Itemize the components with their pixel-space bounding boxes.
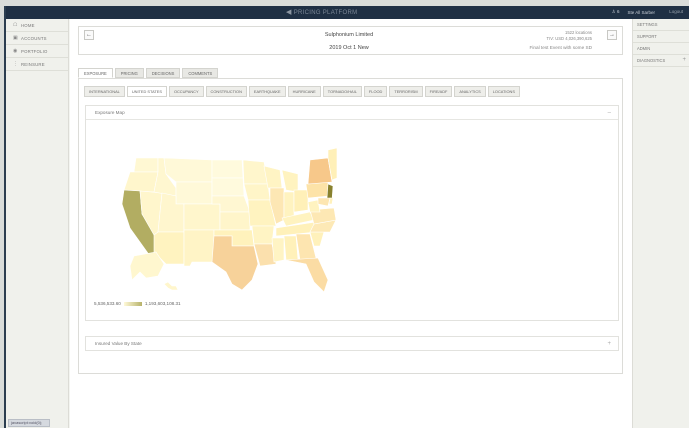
account-subtitle: 2019 Oct 1 New [329, 45, 369, 51]
section-title: Exposure Map [95, 110, 125, 115]
state-mn [242, 159, 269, 185]
rightnav-item-label: DIAGNOSTICS [637, 58, 666, 63]
tab-decisions[interactable]: DECISIONS [145, 68, 181, 78]
portfolio-icon: ◉ [13, 48, 18, 54]
subtab-tornado-hail[interactable]: TORNADO/HAIL [322, 86, 362, 97]
logout-link[interactable]: Logout [669, 9, 683, 14]
state-al [283, 235, 299, 261]
collapse-icon[interactable]: – [608, 106, 611, 120]
status-url: javascript:void(0); [8, 419, 50, 427]
subtab-construction[interactable]: CONSTRUCTION [205, 86, 247, 97]
state-or [123, 171, 159, 193]
subtab-hurricane[interactable]: HURRICANE [287, 86, 321, 97]
sidebar-item-label: REINSURE [21, 61, 45, 67]
subtab-international[interactable]: INTERNATIONAL [84, 86, 125, 97]
accounts-icon: ▣ [13, 35, 18, 41]
sidebar-item-home[interactable]: ☖ HOME [6, 19, 68, 32]
account-header: ← Sulphonium Limited 2019 Oct 1 New 1522… [78, 26, 623, 55]
tab-pricing[interactable]: PRICING [114, 68, 144, 78]
account-meta: 1522 locations TIV: USD 4,026,390,625 [547, 30, 592, 42]
exposure-panel: INTERNATIONAL UNITED STATES OCCUPANCY CO… [78, 78, 623, 374]
rightnav-item-settings[interactable]: SETTINGS [633, 19, 689, 31]
rightnav-item-diagnostics[interactable]: DIAGNOSTICS + [633, 55, 689, 67]
exposure-map-section: Exposure Map – 5,536,533.60 1,193,603,10… [85, 105, 619, 321]
account-description: Final test Event with some SD [529, 45, 592, 50]
sidebar-item-label: HOME [21, 22, 35, 28]
subtab-locations[interactable]: LOCATIONS [487, 86, 520, 97]
tab-comments[interactable]: COMMENTS [182, 68, 219, 78]
subtab-terrorism[interactable]: TERRORISM [389, 86, 423, 97]
state-fl [285, 257, 329, 293]
state-wa [133, 157, 159, 173]
state-pa [305, 181, 329, 199]
state-hi [163, 281, 179, 291]
brand-mark-icon: ◀ [286, 9, 292, 16]
state-co [183, 203, 221, 231]
exposure-map-header[interactable]: Exposure Map – [86, 106, 618, 120]
state-ks [219, 211, 251, 231]
expand-icon[interactable]: + [607, 337, 611, 351]
sidebar-item-reinsure[interactable]: ⋮ REINSURE [6, 58, 68, 71]
state-wy [175, 181, 213, 205]
state-ar [251, 225, 275, 245]
user-count-badge[interactable]: ♙ 6 [612, 9, 620, 15]
exposure-subtabs: INTERNATIONAL UNITED STATES OCCUPANCY CO… [84, 86, 520, 97]
subtab-earthquake[interactable]: EARTHQUAKE [248, 86, 286, 97]
rightnav-item-admin[interactable]: ADMIN [633, 43, 689, 55]
legend-gradient [123, 301, 142, 306]
state-mi [281, 169, 299, 193]
state-sd [211, 177, 245, 197]
tab-exposure[interactable]: EXPOSURE [78, 68, 113, 78]
left-sidebar: ☖ HOME ▣ ACCOUNTS ◉ PORTFOLIO ⋮ REINSURE jav… [6, 19, 69, 428]
brand-logo[interactable]: ◀ PRICING PLATFORM [286, 8, 357, 16]
subtab-flood[interactable]: FLOOD [363, 86, 388, 97]
insured-value-header[interactable]: Insured Value By State + [86, 337, 618, 351]
next-button[interactable]: → [607, 30, 617, 40]
insured-value-section[interactable]: Insured Value By State + [85, 336, 619, 351]
subtab-fire-adf[interactable]: FIRE/ADF [424, 86, 453, 97]
state-ny [307, 157, 333, 185]
state-de [328, 197, 334, 205]
brand-name: PRICING PLATFORM [293, 10, 358, 16]
us-choropleth-map [92, 140, 338, 300]
state-ak [129, 251, 165, 281]
state-oh [293, 189, 309, 213]
expand-plus-icon[interactable]: + [682, 57, 686, 63]
account-title: Sulphonium Limited [324, 32, 374, 38]
legend-max-value: 1,193,603,108.31 [144, 301, 181, 306]
subtab-occupancy[interactable]: OCCUPANCY [168, 86, 204, 97]
state-md [317, 197, 331, 207]
state-nd [211, 159, 244, 179]
reinsure-icon: ⋮ [13, 61, 19, 67]
subtab-united-states[interactable]: UNITED STATES [126, 86, 167, 97]
user-area: ♙ 6 Ste All Sarber [612, 9, 655, 15]
state-mt [163, 157, 213, 183]
state-ia [243, 183, 271, 201]
section-title: Insured Value By State [95, 341, 142, 346]
right-sidebar: SETTINGS SUPPORT ADMIN DIAGNOSTICS + [632, 19, 689, 428]
state-nj [326, 183, 334, 201]
legend-min-value: 5,536,533.60 [94, 301, 121, 306]
us-map-svg [121, 147, 338, 293]
home-icon: ☖ [13, 22, 18, 28]
state-in [283, 191, 295, 219]
state-ms [271, 237, 285, 263]
user-name[interactable]: Ste All Sarber [627, 10, 655, 15]
state-nm [183, 229, 215, 267]
map-legend: 5,536,533.60 1,193,603,108.31 [94, 301, 181, 306]
app-frame: ◀ PRICING PLATFORM ♙ 6 Ste All Sarber Log… [4, 6, 689, 428]
main-content: ← Sulphonium Limited 2019 Oct 1 New 1522… [70, 19, 632, 428]
top-bar: ◀ PRICING PLATFORM ♙ 6 Ste All Sarber Log… [6, 6, 689, 19]
sidebar-item-label: PORTFOLIO [21, 48, 48, 54]
sidebar-item-accounts[interactable]: ▣ ACCOUNTS [6, 32, 68, 45]
sidebar-item-portfolio[interactable]: ◉ PORTFOLIO [6, 45, 68, 58]
main-tabs: EXPOSURE PRICING DECISIONS COMMENTS [78, 68, 219, 78]
sidebar-item-label: ACCOUNTS [21, 35, 47, 41]
prev-button[interactable]: ← [84, 30, 94, 40]
rightnav-item-support[interactable]: SUPPORT [633, 31, 689, 43]
tiv-value: TIV: USD 4,026,390,625 [546, 36, 592, 41]
subtab-analytics[interactable]: ANALYTICS [454, 86, 486, 97]
